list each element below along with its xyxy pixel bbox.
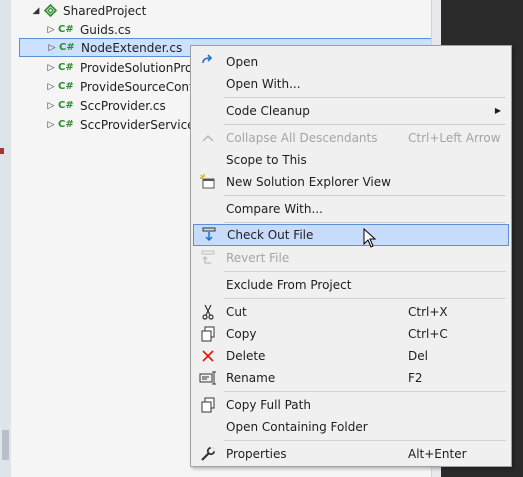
menu-separator (224, 298, 506, 299)
menu-item-shortcut: Ctrl+X (408, 304, 448, 319)
menu-item-check-out-file[interactable]: Check Out File (193, 224, 509, 246)
wrench-icon (193, 443, 223, 464)
menu-item-new-view[interactable]: New Solution Explorer View (193, 171, 509, 192)
copy-full-path-icon (193, 394, 223, 415)
menu-item-shortcut: Ctrl+Left Arrow (408, 130, 501, 145)
menu-item-label: Collapse All Descendants (226, 130, 378, 145)
menu-item-label: Copy (226, 326, 257, 341)
shared-project-icon (43, 4, 57, 18)
menu-item-label: Scope to This (226, 152, 307, 167)
menu-separator (224, 97, 506, 98)
context-menu: Open Open With... Code Cleanup ▶ Collaps… (190, 45, 512, 467)
csharp-file-icon: C# (58, 81, 74, 92)
menu-item-code-cleanup[interactable]: Code Cleanup ▶ (193, 100, 509, 121)
menu-item-cut[interactable]: Cut Ctrl+X (193, 301, 509, 322)
menu-item-label: Rename (226, 370, 276, 385)
menu-item-open[interactable]: Open (193, 51, 509, 72)
expand-arrow-icon[interactable]: ▷ (45, 43, 59, 53)
tree-item-label: Guids.cs (80, 22, 131, 37)
menu-item-rename[interactable]: Rename F2 (193, 367, 509, 388)
expand-arrow-icon[interactable]: ▷ (44, 82, 58, 92)
menu-item-scope-to-this[interactable]: Scope to This (193, 149, 509, 170)
menu-separator (224, 222, 506, 223)
menu-item-label: Open With... (226, 76, 301, 91)
menu-item-label: Properties (226, 446, 287, 461)
menu-item-label: Copy Full Path (226, 397, 311, 412)
mouse-pointer-icon (363, 227, 377, 251)
expand-arrow-icon[interactable]: ▷ (44, 120, 58, 130)
menu-separator (224, 391, 506, 392)
tree-item-project[interactable]: ◢ SharedProject (29, 1, 429, 20)
menu-item-label: Open Containing Folder (226, 419, 368, 434)
menu-separator (224, 124, 506, 125)
scissors-icon (193, 301, 223, 322)
menu-separator (224, 195, 506, 196)
collapse-arrow-icon[interactable]: ◢ (29, 6, 43, 16)
menu-item-label: Delete (226, 348, 266, 363)
delete-x-icon (193, 345, 223, 366)
open-arrow-icon (193, 51, 223, 72)
editor-scrollbar[interactable] (2, 430, 9, 460)
menu-item-compare-with[interactable]: Compare With... (193, 198, 509, 219)
menu-item-open-with[interactable]: Open With... (193, 73, 509, 94)
csharp-file-icon: C# (59, 42, 75, 53)
tree-item-label: SharedProject (63, 3, 147, 18)
menu-item-shortcut: Ctrl+C (408, 326, 448, 341)
expand-arrow-icon[interactable]: ▷ (44, 101, 58, 111)
menu-item-copy-full-path[interactable]: Copy Full Path (193, 394, 509, 415)
csharp-file-icon: C# (58, 119, 74, 130)
menu-separator (224, 271, 506, 272)
expand-arrow-icon[interactable]: ▷ (44, 25, 58, 35)
tree-item-file[interactable]: ▷ C# Guids.cs (44, 20, 429, 39)
revert-icon (193, 247, 223, 268)
csharp-file-icon: C# (58, 100, 74, 111)
csharp-file-icon: C# (58, 62, 74, 73)
menu-item-revert-file[interactable]: Revert File (193, 247, 509, 268)
menu-item-shortcut: F2 (408, 370, 423, 385)
menu-item-shortcut: Alt+Enter (408, 446, 467, 461)
submenu-arrow-icon: ▶ (494, 106, 501, 115)
menu-item-delete[interactable]: Delete Del (193, 345, 509, 366)
expand-arrow-icon[interactable]: ▷ (44, 63, 58, 73)
tree-item-label: SccProviderService (80, 117, 195, 132)
check-out-icon (194, 225, 224, 246)
menu-item-label: Open (226, 54, 259, 69)
menu-item-label: Check Out File (227, 228, 314, 242)
menu-item-copy[interactable]: Copy Ctrl+C (193, 323, 509, 344)
menu-item-shortcut: Del (408, 348, 428, 363)
rename-icon (193, 367, 223, 388)
menu-item-label: New Solution Explorer View (226, 174, 391, 189)
breakpoint-marker (0, 148, 4, 154)
menu-item-label: Code Cleanup (226, 103, 310, 118)
tree-item-label: ProvideSourceCont (80, 79, 194, 94)
tree-item-label: NodeExtender.cs (81, 40, 183, 55)
copy-icon (193, 323, 223, 344)
menu-separator (224, 440, 506, 441)
menu-item-label: Revert File (226, 250, 290, 265)
menu-item-exclude-from-project[interactable]: Exclude From Project (193, 274, 509, 295)
menu-item-label: Cut (226, 304, 247, 319)
menu-item-label: Compare With... (226, 201, 323, 216)
tree-item-label: ProvideSolutionPro (80, 60, 193, 75)
menu-item-label: Exclude From Project (226, 277, 352, 292)
menu-item-properties[interactable]: Properties Alt+Enter (193, 443, 509, 464)
new-solution-explorer-view-icon (193, 171, 223, 192)
tree-item-label: SccProvider.cs (80, 98, 166, 113)
menu-item-open-containing-folder[interactable]: Open Containing Folder (193, 416, 509, 437)
csharp-file-icon: C# (58, 24, 74, 35)
menu-item-collapse-all[interactable]: Collapse All Descendants Ctrl+Left Arrow (193, 127, 509, 148)
collapse-icon (193, 127, 223, 148)
